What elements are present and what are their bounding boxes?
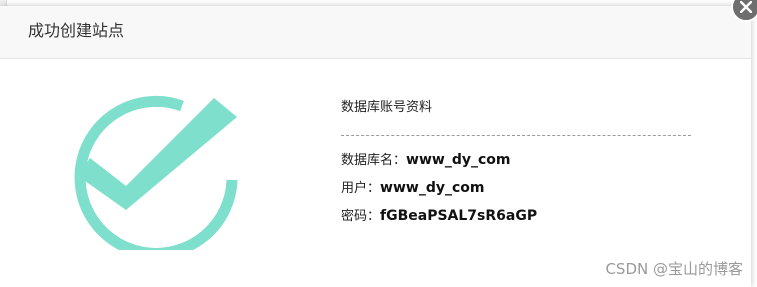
success-dialog: 成功创建站点 数据库账号资料 数据库名：www_dy_com 用户：www_dy… (0, 6, 751, 287)
database-password-row: 密码：fGBeaPSAL7sR6aGP (341, 207, 691, 225)
database-name-label: 数据库名： (341, 153, 407, 168)
dashed-divider (341, 135, 691, 136)
database-name-row: 数据库名：www_dy_com (341, 151, 691, 169)
check-circle-icon (74, 88, 244, 259)
database-password-label: 密码： (341, 209, 381, 224)
database-account-panel: 数据库账号资料 数据库名：www_dy_com 用户：www_dy_com 密码… (341, 99, 691, 225)
dialog-title: 成功创建站点 (28, 21, 125, 40)
database-password-value: fGBeaPSAL7sR6aGP (380, 208, 538, 224)
database-user-label: 用户： (341, 181, 381, 196)
database-name-value: www_dy_com (406, 152, 511, 168)
database-info-heading: 数据库账号资料 (341, 100, 433, 115)
dialog-header: 成功创建站点 (0, 6, 751, 59)
database-user-row: 用户：www_dy_com (341, 179, 691, 197)
close-icon (740, 1, 752, 13)
database-user-value: www_dy_com (380, 180, 485, 196)
csdn-watermark: CSDN @宝山的博客 (605, 260, 743, 278)
